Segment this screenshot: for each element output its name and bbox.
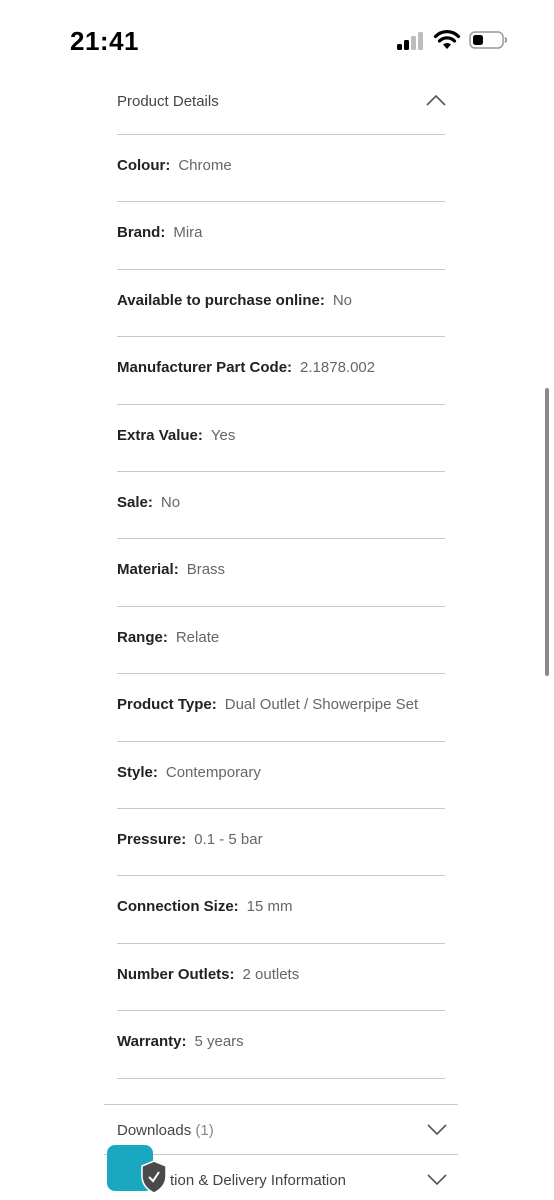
chevron-down-icon[interactable] [426, 1122, 448, 1136]
spec-row-warranty: Warranty: 5 years [117, 1011, 445, 1079]
spec-label: Available to purchase online: [117, 291, 325, 309]
spec-row-connection-size: Connection Size: 15 mm [117, 876, 445, 944]
spec-label: Sale: [117, 494, 153, 511]
spec-label: Range: [117, 628, 168, 646]
spec-label: Material: [117, 561, 179, 579]
spec-row-range: Range: Relate [117, 607, 445, 675]
spec-value: 0.1 - 5 bar [194, 831, 263, 848]
spec-label: Colour: [117, 157, 171, 174]
spec-value: Contemporary [165, 763, 261, 781]
downloads-count: (1) [195, 1122, 214, 1139]
spec-row-material: Material: Brass [117, 539, 445, 607]
spec-row-part-code: Manufacturer Part Code: 2.1878.002 [117, 337, 445, 405]
chevron-down-icon[interactable] [426, 1172, 448, 1186]
spec-value: 2.1878.002 [300, 359, 376, 377]
product-details-toggle[interactable]: Product Details [117, 68, 447, 135]
spec-label: Manufacturer Part Code: [117, 359, 293, 377]
spec-row-extra-value: Extra Value: Yes [117, 405, 445, 472]
downloads-label: Downloads [117, 1122, 192, 1139]
spec-value: Dual Outlet / Showerpipe Set [224, 696, 419, 714]
delivery-info-label: tion & Delivery Information [170, 1172, 346, 1189]
status-time: 21:41 [70, 26, 139, 56]
spec-row-style: Style: Contemporary [117, 742, 445, 809]
spec-label: Product Type: [117, 696, 217, 714]
spec-value: 15 mm [246, 898, 293, 916]
spec-label: Style: [117, 763, 158, 781]
product-details-title: Product Details [117, 93, 219, 110]
spec-value: Brass [186, 561, 226, 579]
spec-row-number-outlets: Number Outlets: 2 outlets [117, 944, 445, 1012]
wifi-icon [433, 30, 461, 49]
spec-row-sale: Sale: No [117, 472, 445, 540]
spec-row-colour: Colour: Chrome [117, 135, 445, 203]
spec-value: 2 outlets [242, 965, 300, 983]
spec-row-available-online: Available to purchase online: No [117, 270, 445, 338]
scrollbar[interactable] [545, 388, 549, 676]
page: 21:41 Product Details Colour: Chrome Bran… [0, 0, 554, 1200]
spec-row-pressure: Pressure: 0.1 - 5 bar [117, 809, 445, 877]
spec-value: Mira [173, 224, 203, 242]
spec-label: Warranty: [117, 1033, 187, 1051]
spec-label: Number Outlets: [117, 965, 235, 983]
spec-label: Extra Value: [117, 426, 203, 444]
spec-value: Chrome [178, 157, 232, 174]
spec-label: Pressure: [117, 831, 187, 848]
shield-check-icon[interactable] [140, 1160, 168, 1194]
spec-label: Connection Size: [117, 898, 239, 916]
chevron-up-icon[interactable] [425, 93, 447, 107]
cellular-signal-icon [397, 30, 425, 50]
spec-label: Brand: [117, 224, 166, 242]
spec-value: No [332, 291, 353, 309]
spec-value: No [160, 494, 181, 511]
spec-row-brand: Brand: Mira [117, 202, 445, 270]
battery-icon [469, 31, 508, 49]
spec-value: 5 years [194, 1033, 244, 1051]
spec-value: Yes [210, 426, 236, 444]
spec-row-product-type: Product Type: Dual Outlet / Showerpipe Se… [117, 674, 445, 742]
spec-value: Relate [175, 628, 220, 646]
downloads-toggle[interactable]: Downloads (1) [104, 1104, 458, 1154]
